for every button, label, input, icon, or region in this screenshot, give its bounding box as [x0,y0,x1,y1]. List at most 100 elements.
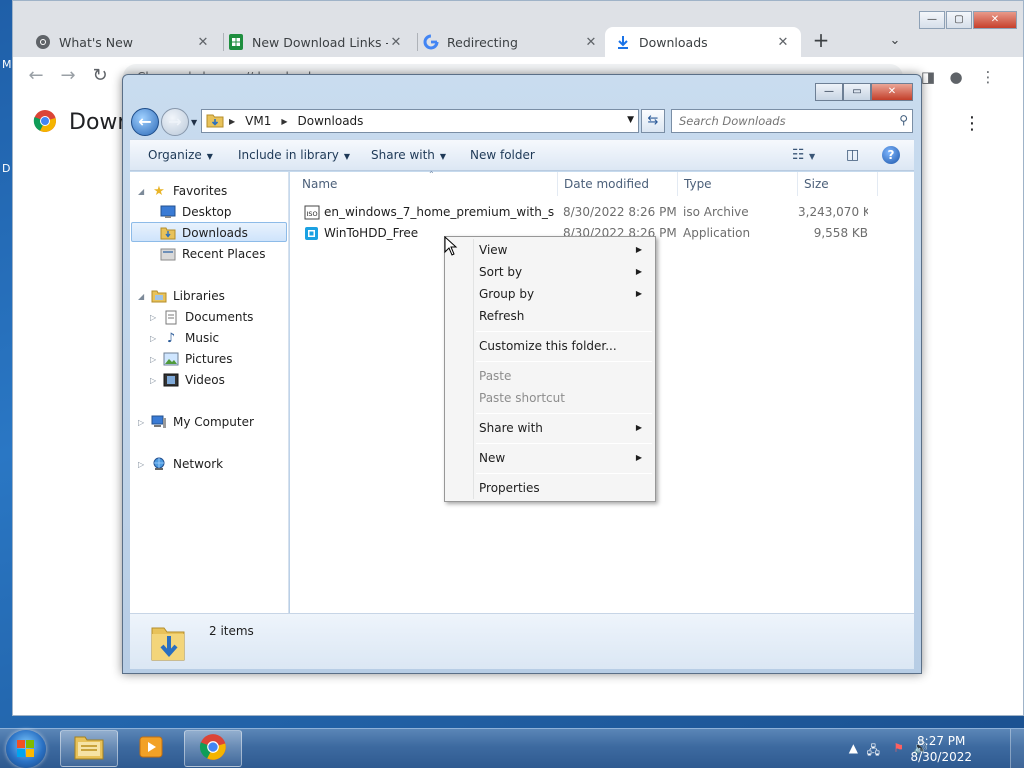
column-header-name[interactable]: Name [296,172,558,196]
tab-close-icon[interactable]: ✕ [775,35,791,50]
chrome-logo-icon [33,109,57,136]
tab-new-download-links[interactable]: New Download Links - G ✕ [218,27,414,57]
taskbar-media-player-button[interactable] [122,730,180,767]
nav-pictures[interactable]: ▷ Pictures [150,351,233,367]
help-icon[interactable]: ? [882,146,900,164]
nav-desktop[interactable]: Desktop [160,204,232,220]
menu-item-refresh[interactable]: Refresh [448,305,652,327]
submenu-arrow-icon: ▶ [635,453,642,462]
expand-arrow-icon[interactable]: ▷ [138,460,148,469]
menu-item-paste: Paste [479,369,512,383]
organize-button[interactable]: Organize ▼ [148,148,213,162]
profile-icon[interactable]: ● [945,66,967,88]
nav-downloads[interactable]: Downloads [160,225,248,241]
details-pane: 2 items [130,613,914,669]
collapse-arrow-icon[interactable]: ◢ [138,292,148,301]
menu-item-new[interactable]: New ▶ [448,447,652,469]
column-header-type[interactable]: Type [678,172,798,196]
collapse-arrow-icon[interactable]: ◢ [138,187,148,196]
nav-music[interactable]: ▷ ♪ Music [150,330,219,346]
explorer-address-bar[interactable]: ▶ VM1 ▶ Downloads ▼ [201,109,639,133]
new-folder-button[interactable]: New folder [470,148,535,162]
nav-my-computer[interactable]: ▷ My Computer [138,414,254,430]
file-size-cell: 3,243,070 KB [798,205,868,219]
share-with-button[interactable]: Share with ▼ [371,148,446,162]
menu-item-sort-by[interactable]: Sort by ▶ [448,261,652,283]
menu-item-properties[interactable]: Properties [448,477,652,499]
menu-item-view[interactable]: View ▶ [448,239,652,261]
tab-close-icon[interactable]: ✕ [195,35,211,50]
expand-arrow-icon[interactable]: ▷ [150,334,160,343]
search-box[interactable]: ⚲ [671,109,913,133]
taskbar-chrome-button[interactable] [184,730,242,767]
start-button[interactable] [6,730,46,768]
back-button[interactable]: ← [131,108,159,136]
downloads-menu-icon[interactable]: ⋮ [963,113,981,134]
taskbar-clock[interactable]: 8:27 PM 8/30/2022 [910,733,972,765]
breadcrumb-downloads[interactable]: Downloads [298,114,364,128]
file-row[interactable]: ISOen_windows_7_home_premium_with_sp1...… [290,202,910,223]
expand-arrow-icon[interactable]: ▷ [150,355,160,364]
network-tray-icon[interactable]: 🖧 [867,741,880,762]
include-in-library-button[interactable]: Include in library ▼ [238,148,350,162]
tab-redirecting[interactable]: Redirecting ✕ [413,27,609,57]
maximize-icon[interactable]: ▭ [843,83,871,101]
tab-close-icon[interactable]: ✕ [388,35,404,50]
column-header-date[interactable]: Date modified [558,172,678,196]
menu-dots-icon[interactable]: ⋮ [977,66,999,88]
expand-arrow-icon[interactable]: ▷ [150,376,160,385]
nav-recent-places[interactable]: Recent Places [160,246,265,262]
breadcrumb-vm1[interactable]: VM1 [245,114,271,128]
submenu-arrow-icon: ▶ [635,423,642,432]
download-icon [615,34,631,50]
network-icon [151,456,167,472]
star-icon: ★ [153,183,165,199]
reload-icon[interactable]: ↻ [89,65,111,87]
svg-text:ISO: ISO [306,210,317,218]
nav-favorites[interactable]: ◢ ★ Favorites [138,183,227,199]
preview-pane-icon[interactable]: ◫ [846,147,859,163]
menu-item-group-by[interactable]: Group by ▶ [448,283,652,305]
mouse-cursor-icon [444,235,458,259]
forward-button[interactable]: → [161,108,189,136]
context-menu: View ▶ Sort by ▶ Group by ▶ Refresh Customi… [444,236,656,502]
taskbar-explorer-button[interactable] [60,730,118,767]
recent-pages-dropdown[interactable]: ▼ [191,118,197,127]
minimize-icon[interactable]: — [815,83,843,101]
new-tab-button[interactable]: + [809,29,833,53]
nav-libraries[interactable]: ◢ Libraries [138,288,225,304]
nav-network[interactable]: ▷ Network [138,456,223,472]
explorer-folder-icon [73,733,105,764]
back-arrow-icon[interactable]: ← [25,65,47,87]
show-hidden-icons-icon[interactable]: ▲ [849,741,858,755]
clock-time: 8:27 PM [917,734,966,748]
show-desktop-button[interactable] [1010,729,1024,768]
expand-arrow-icon[interactable]: ▷ [150,313,160,322]
media-player-icon [137,734,165,763]
column-header-size[interactable]: Size [798,172,878,196]
tab-search-icon[interactable]: ⌄ [883,29,907,53]
tab-downloads[interactable]: Downloads ✕ [605,27,801,57]
view-options-icon[interactable]: ☷ ▼ [792,147,815,163]
application-icon [304,226,320,241]
forward-arrow-icon[interactable]: → [57,65,79,87]
minimize-icon[interactable]: — [919,11,945,29]
chrome-window-controls: — ▢ ✕ [918,11,1017,29]
search-icon: ⚲ [899,113,908,127]
action-center-icon[interactable]: ⚑ [893,741,904,755]
maximize-icon[interactable]: ▢ [946,11,972,29]
tab-whats-new[interactable]: What's New ✕ [25,27,221,57]
nav-documents[interactable]: ▷ Documents [150,309,253,325]
iso-file-icon: ISO [304,205,320,220]
menu-item-share-with[interactable]: Share with ▶ [448,417,652,439]
tab-close-icon[interactable]: ✕ [583,35,599,50]
search-input[interactable] [672,110,882,132]
refresh-button[interactable]: ⇆ [641,109,665,133]
videos-icon [163,372,179,388]
menu-item-customize[interactable]: Customize this folder... [448,335,652,357]
address-dropdown-icon[interactable]: ▼ [627,115,634,125]
expand-arrow-icon[interactable]: ▷ [138,418,148,427]
close-icon[interactable]: ✕ [871,83,913,101]
close-icon[interactable]: ✕ [973,11,1017,29]
nav-videos[interactable]: ▷ Videos [150,372,225,388]
